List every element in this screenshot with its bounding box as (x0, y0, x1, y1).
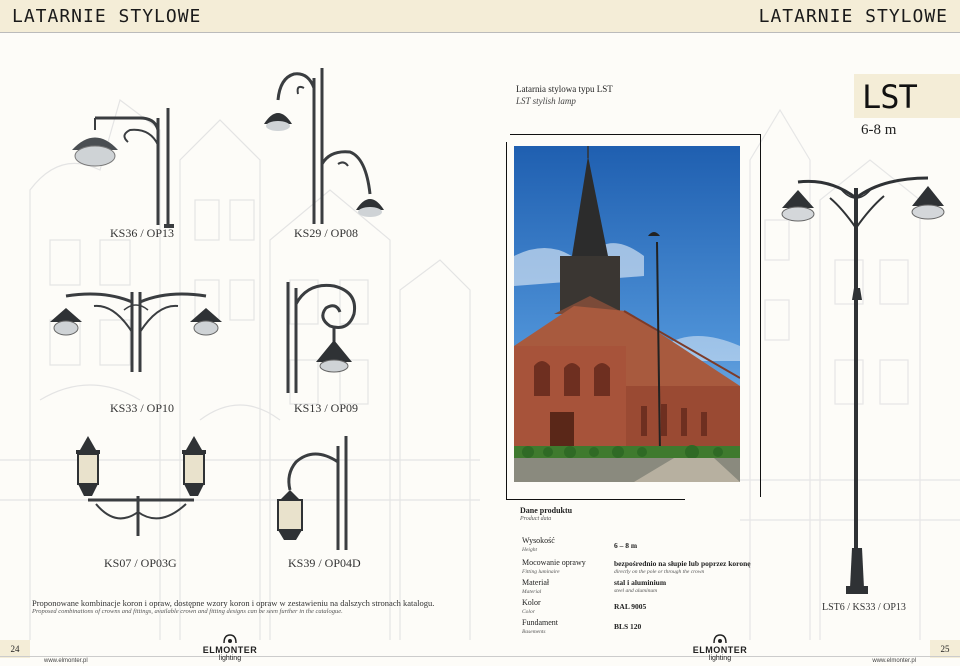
spec-label-basement: Fundament Basements (522, 618, 558, 635)
spec-value-en: steel and aluminum (614, 588, 658, 594)
logo-brand: ELMONTER (202, 645, 258, 655)
lamp-caption: KS29 / OP08 (294, 226, 359, 240)
lamp-ks39-op04d-image (277, 436, 348, 550)
website-link-right[interactable]: www.elmonter.pl (872, 658, 916, 664)
lamp-caption: KS13 / OP09 (294, 401, 359, 415)
logo-lamp-icon (713, 634, 727, 644)
product-title-en: LST stylish lamp (516, 96, 576, 106)
lamp-ks13-op09-image (286, 282, 357, 393)
header-rule-right (480, 32, 960, 33)
model-code: LST (862, 78, 918, 116)
spec-label-en: Height (522, 547, 537, 553)
spec-value-pl: 6 – 8 m (614, 541, 638, 550)
elmonter-logo-left: ELMONTER lighting (200, 633, 260, 663)
header-band-right: LATARNIE STYLOWE (480, 0, 960, 32)
height-range: 6-8 m (861, 122, 897, 138)
spec-value-pl: bezpośrednio na słupie lub poprzez koron… (614, 559, 751, 568)
combination-note-pl: Proponowane kombinacje koron i opraw, do… (32, 598, 435, 608)
spec-value-color: RAL 9005 (614, 602, 646, 611)
combination-note-en: Proposed combinations of crowns and fitt… (32, 608, 343, 615)
lamp-lst6-ks33-op13-image (781, 176, 945, 594)
product-title-pl: Latarnia stylowa typu LST (516, 84, 613, 94)
lamp-ks36-op13-image (72, 108, 174, 228)
header-band-left: LATARNIE STYLOWE (0, 0, 480, 32)
spec-label-en: Fitting luminaire (522, 569, 560, 575)
lamp-ks33-op10-image (50, 292, 222, 372)
spec-label-en: Basements (522, 629, 546, 635)
spec-value-material: stal i aluminium steel and aluminum (614, 578, 666, 594)
church-photo (514, 146, 740, 482)
logo-lamp-icon (223, 634, 237, 644)
spec-label-en: Color (522, 609, 535, 615)
lst-lamp-caption: LST6 / KS33 / OP13 (822, 602, 906, 613)
spec-label-pl: Fundament (522, 618, 558, 627)
spec-label-fitting: Mocowanie oprawy Fitting luminaire (522, 558, 586, 575)
spec-label-pl: Wysokość (522, 536, 555, 545)
logo-sub: lighting (218, 655, 242, 662)
spec-value-en: directly on the pole or through the crow… (614, 569, 705, 575)
header-rule-left (0, 32, 480, 33)
spec-label-pl: Materiał (522, 578, 550, 587)
product-data-heading-en: Product data (520, 516, 552, 522)
spec-value-pl: RAL 9005 (614, 602, 647, 611)
spec-label-color: Kolor Color (522, 598, 541, 615)
spec-label-height: Wysokość Height (522, 536, 555, 553)
header-title-left: LATARNIE STYLOWE (12, 6, 202, 27)
elmonter-logo-right: ELMONTER lighting (690, 633, 750, 663)
lamp-ks29-op08-image (264, 68, 384, 224)
spec-label-pl: Mocowanie oprawy (522, 558, 586, 567)
lamp-caption: KS39 / OP04D (288, 556, 361, 570)
spec-value-height: 6 – 8 m (614, 541, 637, 550)
spec-label-material: Materiał Material (522, 578, 549, 595)
lamp-caption: KS36 / OP13 (110, 226, 175, 240)
left-page: LATARNIE STYLOWE KS36 / OP13 KS29 / OP08… (0, 0, 480, 666)
spec-value-pl: stal i aluminium (614, 578, 667, 587)
logo-brand: ELMONTER (692, 645, 748, 655)
product-data-heading-pl: Dane produktu (520, 506, 573, 515)
lamp-caption: KS33 / OP10 (110, 401, 175, 415)
lamp-ks07-op03g-image (76, 436, 206, 536)
right-page: LATARNIE STYLOWE Latarnia stylowa typu L… (480, 0, 960, 666)
header-title-right: LATARNIE STYLOWE (758, 6, 948, 27)
website-link-left[interactable]: www.elmonter.pl (44, 658, 88, 664)
spec-value-pl: BLS 120 (614, 622, 642, 631)
spec-label-pl: Kolor (522, 598, 541, 607)
logo-sub: lighting (708, 655, 732, 662)
spec-value-fitting: bezpośrednio na słupie lub poprzez koron… (614, 559, 751, 575)
lamp-caption: KS07 / OP03G (104, 556, 177, 570)
spec-label-en: Material (522, 589, 542, 595)
model-badge: LST (854, 74, 960, 118)
spec-value-basement: BLS 120 (614, 622, 641, 631)
